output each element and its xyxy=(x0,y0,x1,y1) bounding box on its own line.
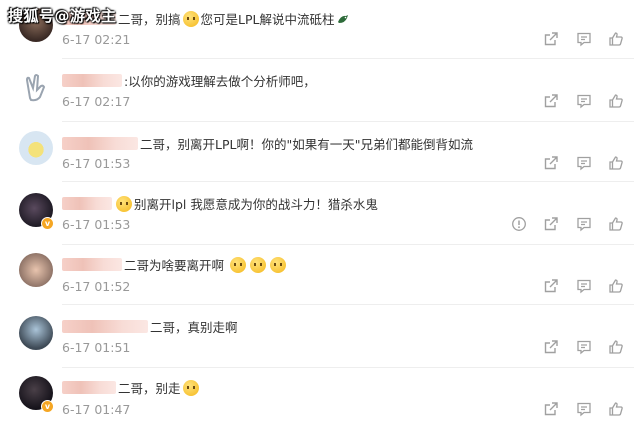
comment-text: 二哥为啥要离开啊 xyxy=(124,258,225,273)
username-blurred[interactable] xyxy=(62,197,112,210)
comment-text: :以你的游戏理解去做个分析师吧， xyxy=(124,74,316,89)
pleading-emoji-icon xyxy=(230,256,247,273)
comment-text: 二哥，别离开LPL啊！你的"如果有一天"兄弟们都能倒背如流 xyxy=(140,137,473,152)
username-blurred[interactable] xyxy=(62,320,148,333)
comment-icon[interactable] xyxy=(576,155,592,171)
crying-emoji-icon xyxy=(182,379,199,396)
comment-item: 二哥，别离开LPL啊！你的"如果有一天"兄弟们都能倒背如流 6-17 01:53 xyxy=(0,122,640,182)
thumbs-up-icon[interactable] xyxy=(608,155,624,171)
sohu-watermark: 搜狐号@游戏主 xyxy=(8,7,117,25)
comment-item: v 二哥，别走 6-17 01:47 xyxy=(0,366,640,426)
timestamp: 6-17 01:53 xyxy=(62,156,131,171)
comment-icon[interactable] xyxy=(576,278,592,294)
username-blurred[interactable] xyxy=(62,74,122,87)
pleading-emoji-icon xyxy=(270,256,287,273)
avatar[interactable] xyxy=(19,70,53,104)
comment-item: 二哥，真别走啊 6-17 01:51 xyxy=(0,306,640,368)
comment-text-tail: 您可是LPL解说中流砥柱 xyxy=(200,12,335,27)
comment-icon[interactable] xyxy=(576,216,592,232)
share-icon[interactable] xyxy=(543,278,559,294)
report-icon[interactable] xyxy=(511,216,527,232)
thumbs-up-icon[interactable] xyxy=(608,278,624,294)
comment-item: v 别离开lpl 我愿意成为你的战斗力！猎杀水鬼 6-17 01:53 xyxy=(0,183,640,245)
thumbs-up-icon[interactable] xyxy=(608,31,624,47)
pleading-emoji-icon xyxy=(250,256,267,273)
heart-eyes-emoji-icon xyxy=(116,195,132,212)
verified-badge-icon: v xyxy=(41,400,54,413)
username-blurred[interactable] xyxy=(62,137,138,150)
share-icon[interactable] xyxy=(543,401,559,417)
verified-badge-icon: v xyxy=(41,217,54,230)
thumbs-up-icon[interactable] xyxy=(608,401,624,417)
comment-item: :以你的游戏理解去做个分析师吧， 6-17 02:17 xyxy=(0,59,640,122)
comment-text: 别离开lpl 我愿意成为你的战斗力！猎杀水鬼 xyxy=(134,197,378,212)
username-blurred[interactable] xyxy=(62,258,122,271)
share-icon[interactable] xyxy=(543,216,559,232)
comment-icon[interactable] xyxy=(576,93,592,109)
comment-item: 二哥为啥要离开啊 6-17 01:52 xyxy=(0,245,640,305)
thumbs-up-icon[interactable] xyxy=(608,216,624,232)
comment-text: 二哥，真别走啊 xyxy=(150,320,238,335)
share-icon[interactable] xyxy=(543,155,559,171)
comment-icon[interactable] xyxy=(576,31,592,47)
comment-icon[interactable] xyxy=(576,339,592,355)
timestamp: 6-17 01:47 xyxy=(62,402,131,417)
comment-icon[interactable] xyxy=(576,401,592,417)
divider xyxy=(62,181,634,182)
username-blurred[interactable] xyxy=(62,381,116,394)
emoji-icon xyxy=(182,10,199,27)
avatar[interactable] xyxy=(19,316,53,350)
bird-emoji-icon xyxy=(336,12,350,26)
thumbs-up-icon[interactable] xyxy=(608,339,624,355)
comment-text: 二哥，别走 xyxy=(118,381,181,396)
share-icon[interactable] xyxy=(543,93,559,109)
victory-hand-avatar-icon xyxy=(25,74,46,102)
timestamp: 6-17 01:52 xyxy=(62,279,131,294)
timestamp: 6-17 01:51 xyxy=(62,340,131,355)
avatar[interactable] xyxy=(19,253,53,287)
share-icon[interactable] xyxy=(543,31,559,47)
timestamp: 6-17 02:17 xyxy=(62,94,131,109)
comment-text: 二哥，别搞 xyxy=(118,12,181,27)
thumbs-up-icon[interactable] xyxy=(608,93,624,109)
avatar[interactable] xyxy=(19,131,53,165)
share-icon[interactable] xyxy=(543,339,559,355)
timestamp: 6-17 01:53 xyxy=(62,217,131,232)
timestamp: 6-17 02:21 xyxy=(62,32,131,47)
divider xyxy=(62,304,634,305)
